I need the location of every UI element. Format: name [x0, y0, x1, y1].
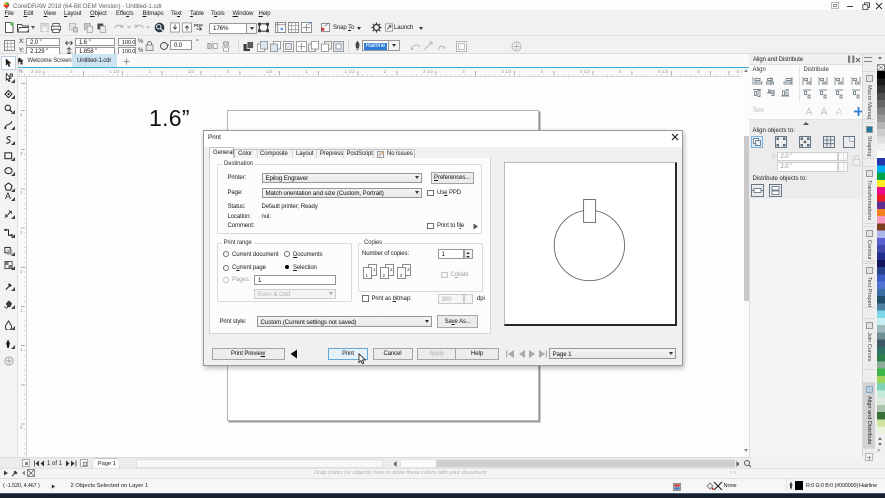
- svg-text:A: A: [5, 191, 11, 201]
- svg-text:3: 3: [407, 267, 410, 272]
- svg-text:1: 1: [373, 267, 376, 272]
- svg-text:2: 2: [390, 267, 393, 272]
- svg-text:3: 3: [400, 273, 403, 278]
- svg-text:1: 1: [366, 273, 369, 278]
- svg-text:PDF: PDF: [194, 23, 203, 28]
- svg-text:2: 2: [383, 273, 386, 278]
